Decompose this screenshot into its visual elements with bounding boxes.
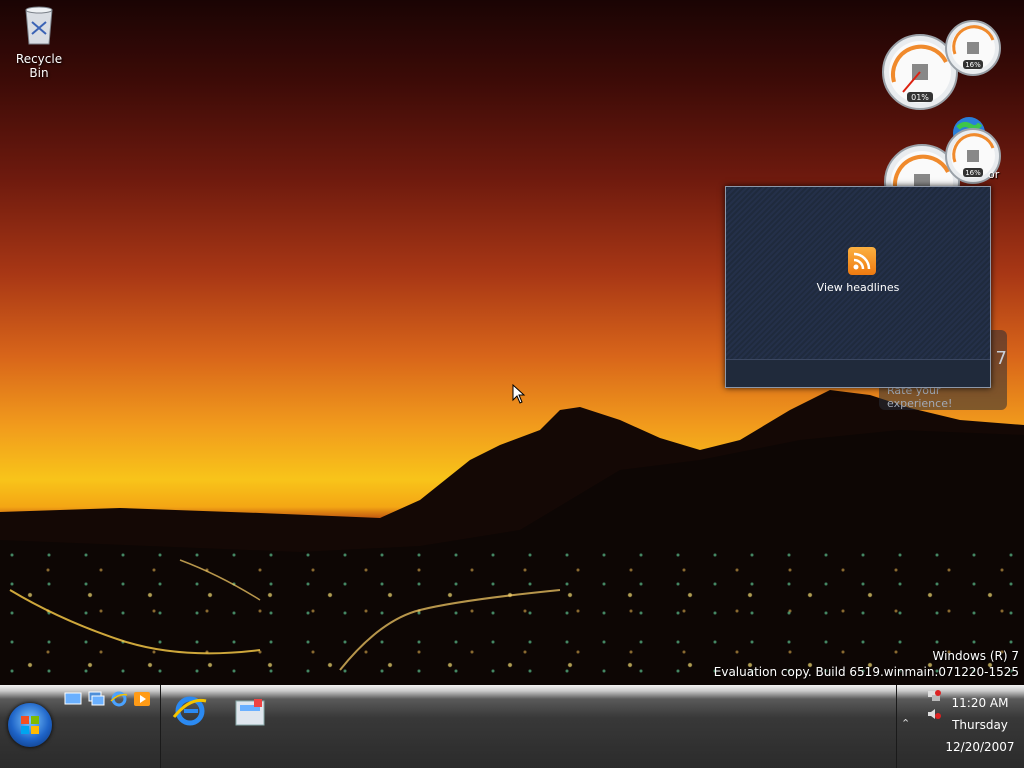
gadget-partial-label: or	[988, 168, 1000, 181]
cpu-percent-label: 01%	[911, 93, 929, 102]
feed-gadget-footer	[726, 359, 990, 387]
windows-logo-icon	[21, 716, 39, 734]
clock-time[interactable]: 11:20 AM	[948, 696, 1012, 710]
recycle-bin-icon	[25, 6, 53, 45]
mouse-cursor-icon	[512, 384, 526, 404]
watermark-build: Evaluation copy. Build 6519.winmain.0712…	[713, 665, 1019, 679]
start-button[interactable]	[8, 703, 52, 747]
chevron-up-icon[interactable]: ⌃	[901, 717, 910, 730]
rss-icon[interactable]	[848, 247, 876, 275]
volume-muted-icon[interactable]	[926, 707, 942, 721]
show-desktop-icon[interactable]	[64, 691, 82, 707]
clock-day[interactable]: Thursday	[948, 718, 1012, 732]
desktop[interactable]: Recycle Bin 01% 16% 16% or 7 Rate your e…	[0, 0, 1024, 685]
recycle-bin[interactable]: Recycle Bin	[6, 2, 72, 80]
taskbar: ⌃ 11:20 AM Thursday 12/20/2007	[0, 685, 1024, 768]
rate-gadget-number: 7	[995, 348, 1007, 369]
clock-date[interactable]: 12/20/2007	[944, 740, 1016, 754]
view-headlines-link[interactable]: View headlines	[726, 281, 990, 294]
recycle-bin-label: Recycle Bin	[15, 52, 63, 80]
switch-windows-icon[interactable]	[87, 691, 105, 707]
taskbar-explorer-button[interactable]	[230, 691, 270, 731]
feed-headlines-gadget[interactable]: View headlines	[725, 186, 991, 388]
start-area	[0, 685, 161, 768]
memory-percent-label-duplicate: 16%	[965, 169, 981, 177]
media-player-icon[interactable]	[133, 691, 151, 707]
memory-meter-gauge[interactable]: 16%	[943, 20, 1003, 76]
memory-percent-label: 16%	[965, 61, 981, 69]
watermark-os-name: Windows (R) 7	[932, 649, 1019, 663]
build-watermark: Windows (R) 7 Evaluation copy. Build 651…	[714, 648, 1019, 680]
taskbar-internet-explorer-button[interactable]	[170, 691, 210, 731]
network-icon[interactable]	[926, 689, 942, 703]
internet-explorer-icon[interactable]	[110, 691, 128, 707]
